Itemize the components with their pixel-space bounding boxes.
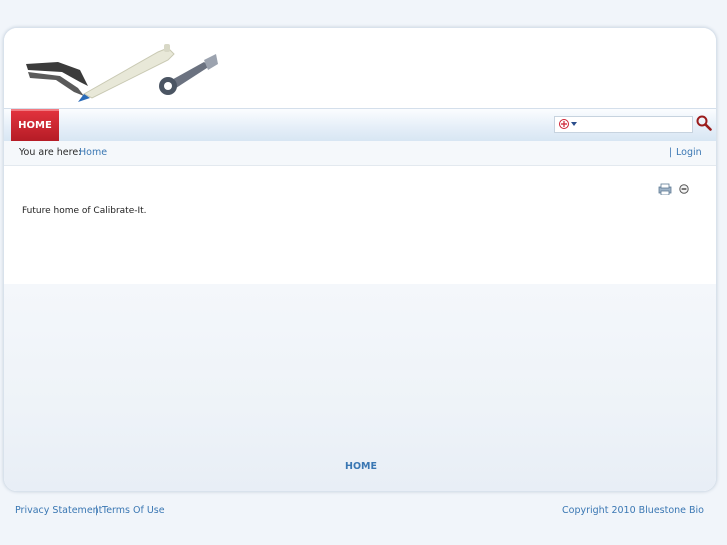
lower-panel xyxy=(4,284,716,491)
banner xyxy=(4,28,716,108)
minus-circle-icon[interactable] xyxy=(679,184,689,194)
copyright-text: Copyright 2010 Bluestone Bio xyxy=(562,505,704,516)
breadcrumb: You are here: Home | Login xyxy=(4,141,716,166)
page-frame: HOME You are here: Home | Login Future h… xyxy=(3,27,717,492)
breadcrumb-label: You are here: xyxy=(19,147,82,158)
content-text: Future home of Calibrate-It. xyxy=(22,206,147,216)
search-input[interactable] xyxy=(554,116,693,133)
content-area: Future home of Calibrate-It. xyxy=(4,166,716,284)
login-link[interactable]: Login xyxy=(676,141,702,165)
print-icon[interactable] xyxy=(658,183,672,195)
search-icon[interactable] xyxy=(696,115,712,131)
footer-separator: | xyxy=(95,505,99,516)
footer-nav-home[interactable]: HOME xyxy=(345,461,377,472)
nav-home-tab[interactable]: HOME xyxy=(11,109,59,141)
terms-link[interactable]: Terms Of Use xyxy=(102,505,165,516)
flag-icon[interactable] xyxy=(559,119,569,129)
chevron-down-icon[interactable] xyxy=(571,122,577,126)
breadcrumb-home-link[interactable]: Home xyxy=(79,141,107,165)
breadcrumb-separator: | xyxy=(669,147,673,158)
main-nav: HOME xyxy=(4,108,716,142)
tools-logo[interactable] xyxy=(18,42,218,102)
privacy-link[interactable]: Privacy Statement xyxy=(15,505,102,516)
